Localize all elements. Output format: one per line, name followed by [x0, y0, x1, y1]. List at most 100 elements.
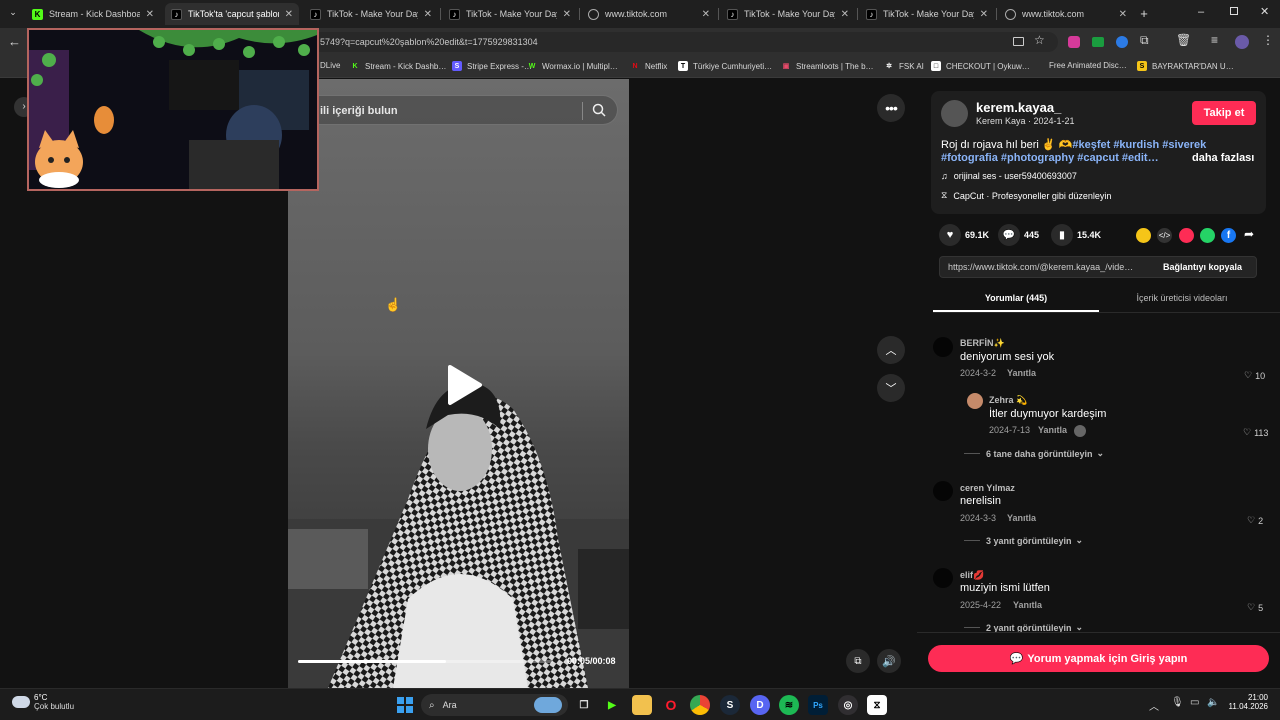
like-action[interactable]: ♥ 69.1K [939, 224, 989, 246]
opera-icon[interactable]: O [661, 695, 681, 715]
video-progress-bar[interactable] [298, 660, 553, 663]
file-explorer-icon[interactable] [632, 695, 652, 715]
comment-author[interactable]: ceren Yılmaz [960, 483, 1015, 493]
comment-author[interactable]: elif💋 [960, 570, 984, 581]
task-view-icon[interactable]: ❐ [574, 695, 594, 715]
tab-tiktok-3[interactable]: ♪ TikTok - Make Your Day ✕ [721, 3, 855, 25]
minimize-icon[interactable]: – [1198, 6, 1204, 18]
tab-creator-videos[interactable]: İçerik üreticisi videoları [1099, 293, 1265, 303]
weather-widget[interactable]: 6°C Çok bulutlu [12, 693, 74, 711]
comment-like[interactable]: ♡ 5 [1247, 602, 1263, 613]
tab-tiktok-www-2[interactable]: www.tiktok.com ✕ [999, 3, 1133, 25]
avatar[interactable] [967, 393, 983, 409]
save-action[interactable]: ▮ 15.4K [1051, 224, 1101, 246]
trash-icon[interactable]: 🗑 [1176, 33, 1191, 47]
view-more-replies-1[interactable]: 6 tane daha görüntüleyin ⌄ [964, 448, 1104, 459]
profile-avatar[interactable] [1235, 35, 1249, 49]
reply-button[interactable]: Yanıtla [1038, 425, 1067, 435]
taskbar-search[interactable]: ⌕ Ara [421, 694, 568, 716]
follow-button[interactable]: Takip et [1192, 101, 1256, 125]
clock[interactable]: 21:00 11.04.2026 [1226, 693, 1268, 711]
previous-video-chevron-up-icon[interactable]: ︿ [877, 336, 905, 364]
comment-author[interactable]: Zehra 💫 [989, 395, 1027, 406]
search-icon[interactable] [592, 103, 606, 117]
next-video-chevron-down-icon[interactable]: ﹀ [877, 374, 905, 402]
close-icon[interactable]: ✕ [980, 9, 988, 20]
more-options-icon[interactable]: ••• [877, 94, 905, 122]
photoshop-icon[interactable]: Ps [808, 695, 828, 715]
tab-tiktok-search[interactable]: ♪ TikTok'ta 'capcut şablon e… ✕ [165, 3, 299, 25]
close-icon[interactable]: ✕ [424, 9, 432, 20]
reply-button[interactable]: Yanıtla [1007, 513, 1036, 523]
bookmark-streamloots[interactable]: ▣ Streamloots | The b… [781, 61, 874, 71]
bookmark-checkout[interactable]: □ CHECKOUT | Oykuw… [931, 61, 1030, 71]
new-tab-plus-icon[interactable]: + [1136, 6, 1152, 22]
bookmark-stripe[interactable]: S Stripe Express -… [452, 61, 532, 71]
extension-2-icon[interactable] [1092, 37, 1104, 47]
share-arrow-icon[interactable]: ➦ [1244, 227, 1254, 241]
close-window-icon[interactable]: ✕ [1260, 5, 1269, 18]
comment-like[interactable]: ♡ 2 [1247, 515, 1263, 526]
music-row[interactable]: ♫ orijinal ses - user59400693007 [941, 171, 1077, 181]
tab-tiktok-2[interactable]: ♪ TikTok - Make Your Day ✕ [443, 3, 577, 25]
bookmark-wormax[interactable]: W Wormax.io | Multipl… [527, 61, 618, 71]
tab-tiktok-www-1[interactable]: www.tiktok.com ✕ [582, 3, 716, 25]
steam-icon[interactable]: S [720, 695, 740, 715]
show-hidden-icons-chevron-icon[interactable]: ︿ [1149, 698, 1159, 713]
browser-menu-icon[interactable]: ⋮ [1262, 33, 1274, 47]
chrome-icon[interactable] [690, 695, 710, 715]
speaker-icon[interactable]: 🔈 [1207, 697, 1219, 708]
tab-comments[interactable]: Yorumlar (445) [933, 293, 1099, 303]
network-icon[interactable]: ▭ [1190, 697, 1199, 708]
play-icon[interactable] [442, 363, 486, 407]
close-icon[interactable]: ✕ [1119, 9, 1127, 20]
address-bar[interactable]: 5749?q=capcut%20şablon%20edit&t=17759298… [300, 32, 1058, 52]
close-icon[interactable]: ✕ [285, 9, 293, 20]
send-to-friends-icon[interactable] [1179, 228, 1194, 243]
avatar[interactable] [933, 568, 953, 588]
share-emoji-icon[interactable] [1136, 228, 1151, 243]
capcut-taskbar-icon[interactable]: ⧖ [867, 695, 887, 715]
close-icon[interactable]: ✕ [563, 9, 571, 20]
bookmark-turkiye[interactable]: T Türkiye Cumhuriyeti… [678, 61, 772, 71]
close-icon[interactable]: ✕ [841, 9, 849, 20]
post-link-text[interactable]: https://www.tiktok.com/@kerem.kayaa_/vid… [948, 262, 1133, 272]
caption-hashtags-2[interactable]: #fotografia #photography #capcut #edit… [941, 152, 1159, 164]
extension-1-icon[interactable] [1068, 36, 1080, 48]
bookmark-kick[interactable]: K Stream - Kick Dashb… [350, 61, 446, 71]
media-controls-icon[interactable]: ≡ [1211, 33, 1218, 47]
bookmark-dlive[interactable]: DLive [320, 61, 340, 70]
obs-icon[interactable]: ◎ [838, 695, 858, 715]
close-icon[interactable]: ✕ [146, 9, 154, 20]
bookmark-bayraktar[interactable]: S BAYRAKTAR'DAN U… [1137, 61, 1234, 71]
tab-tiktok-1[interactable]: ♪ TikTok - Make Your Day ✕ [304, 3, 438, 25]
reply-button[interactable]: Yanıtla [1013, 600, 1042, 610]
install-app-icon[interactable] [1013, 37, 1024, 46]
facebook-icon[interactable]: f [1221, 228, 1236, 243]
avatar[interactable] [933, 337, 953, 357]
tab-search-chevron-icon[interactable]: ⌄ [6, 7, 20, 21]
tab-kick-dashboard[interactable]: K Stream - Kick Dashboard ✕ [26, 3, 160, 25]
close-icon[interactable]: ✕ [702, 9, 710, 20]
capcut-row[interactable]: ⧖ CapCut · Profesyoneller gibi düzenleyi… [941, 190, 1111, 201]
windows-start-icon[interactable] [395, 695, 415, 715]
video-search-box[interactable]: ili içeriği bulun [305, 95, 618, 125]
extensions-puzzle-icon[interactable]: ⧉ [1140, 33, 1149, 48]
creator-avatar[interactable] [941, 100, 968, 127]
back-arrow-icon[interactable]: ← [8, 34, 21, 49]
avatar[interactable] [933, 481, 953, 501]
whatsapp-icon[interactable] [1200, 228, 1215, 243]
restore-icon[interactable] [1230, 7, 1238, 15]
extension-3-icon[interactable] [1116, 36, 1128, 48]
volume-icon[interactable]: 🔊 [877, 649, 901, 673]
reply-button[interactable]: Yanıtla [1007, 368, 1036, 378]
bookmark-star-icon[interactable]: ☆ [1034, 33, 1045, 47]
comment-like[interactable]: ♡ 10 [1244, 370, 1265, 381]
comment-like[interactable]: ♡ 113 [1243, 427, 1268, 438]
show-more-link[interactable]: daha fazlası [1192, 152, 1254, 164]
bookmark-fsk-ai[interactable]: ✲ FSK AI [884, 61, 924, 71]
spotify-icon[interactable]: ≋ [779, 695, 799, 715]
caption-hashtags[interactable]: #keşfet #kurdish #siverek [1072, 139, 1206, 151]
copy-link-button[interactable]: Bağlantıyı kopyala [1163, 262, 1242, 272]
bookmark-animated-disc[interactable]: Free Animated Disc… [1049, 61, 1127, 70]
